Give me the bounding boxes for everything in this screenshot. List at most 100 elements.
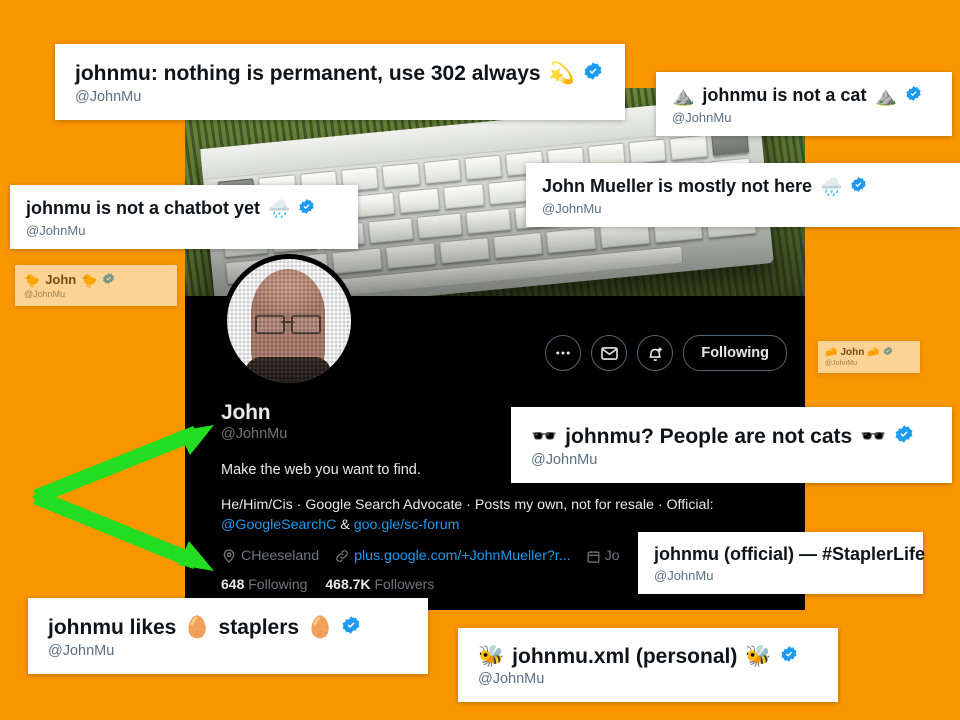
verified-badge-icon [905,85,922,107]
verified-badge-icon [780,645,798,668]
egg-emoji-trailing: 🥚 [307,616,334,640]
card-handle: @JohnMu [24,289,66,300]
avatar-image [227,259,351,383]
followers-label: Followers [374,576,435,592]
rain-cloud-emoji: 🌧️ [268,198,291,219]
card-handle: @JohnMu [478,671,545,688]
name-card-people-not-cats[interactable]: 🕶️ johnmu? People are not cats 🕶️ @JohnM… [511,407,952,484]
verified-badge-icon [298,198,315,220]
card-title: 🕶️ johnmu? People are not cats 🕶️ [531,424,932,449]
more-options-button[interactable] [545,335,582,371]
name-card-not-a-cat[interactable]: ⛰️ johnmu is not a cat ⛰️ @JohnMu [656,72,952,137]
profile-action-buttons: Following [545,335,787,371]
calendar-icon [587,550,600,563]
website-link[interactable]: plus.google.com/+JohnMueller?r... [354,548,570,564]
name-card-302-always[interactable]: johnmu: nothing is permanent, use 302 al… [55,44,625,121]
joined-text: Jo [604,548,620,564]
card-title-text: John [45,272,77,287]
verified-badge-icon [102,272,115,288]
followers-count: 468.7K [325,576,371,592]
verified-badge-icon [583,61,603,86]
following-button[interactable]: Following [683,335,787,371]
following-count-item[interactable]: 648 Following [221,576,307,592]
card-title-text: johnmu.xml (personal) [512,645,738,668]
green-pointer-arrow [32,425,214,571]
profile-bio: He/Him/Cis · Google Search Advocate · Po… [221,495,795,535]
following-count: 648 [221,576,245,592]
card-title-text-part-1: johnmu likes [48,616,177,639]
bio-mention-link[interactable]: @GoogleSearchC [221,517,336,533]
message-button[interactable] [591,335,628,371]
screenshot-canvas: Following John @JohnMu Make the web you … [0,0,960,720]
card-handle: @JohnMu [531,452,598,469]
location-meta: CHeeseland [221,548,319,564]
card-handle: @JohnMu [75,89,142,106]
card-handle: @JohnMu [26,222,86,238]
card-title-text: johnmu is not a chatbot yet [26,198,261,218]
name-card-john-chick[interactable]: 🐤 John 🐤 @JohnMu [15,265,177,307]
avatar-glasses [255,315,321,334]
notifications-button[interactable] [637,335,674,371]
bio-text: He/Him/Cis · Google Search Advocate · Po… [221,497,714,513]
mountain-emoji-trailing: ⛰️ [874,85,897,106]
link-icon [336,550,348,562]
mountain-emoji-leading: ⛰️ [672,85,695,106]
followers-count-item[interactable]: 468.7K Followers [325,576,434,592]
sunglasses-emoji-trailing: 🕶️ [860,425,887,449]
egg-emoji-middle: 🥚 [184,616,211,640]
joined-meta: Jo [586,548,620,564]
card-title: johnmu is not a chatbot yet 🌧️ [26,198,342,220]
bio-conjunction: & [340,517,350,533]
card-title: johnmu: nothing is permanent, use 302 al… [75,61,605,86]
sunglasses-emoji-leading: 🕶️ [531,425,558,449]
avatar[interactable] [222,254,356,388]
arrowhead-upper [178,425,214,455]
bio-url-link[interactable]: goo.gle/sc-forum [354,517,460,533]
verified-badge-icon [883,346,893,359]
card-title: johnmu (official) — #StaplerLife [654,544,925,565]
card-title-text: John Mueller is mostly not here [542,176,813,196]
rain-cloud-emoji: 🌧️ [820,176,843,197]
card-title: 🐤 John 🐤 [24,272,168,288]
baby-chick-emoji-leading: 🐤 [24,272,41,288]
card-title: johnmu likes 🥚 staplers 🥚 [48,615,408,640]
location-text: CHeeseland [241,548,320,564]
location-pin-icon [223,549,235,563]
verified-badge-icon [850,176,867,198]
card-title-text: johnmu? People are not cats [565,425,853,448]
name-card-john-cheese[interactable]: 🧀 John 🧀 @JohnMu [818,341,920,373]
ellipsis-icon [556,351,571,355]
card-title-text: johnmu: nothing is permanent, use 302 al… [75,62,541,85]
card-handle: @JohnMu [672,109,732,125]
card-title: John Mueller is mostly not here 🌧️ [542,176,944,198]
bee-emoji-trailing: 🐝 [745,645,772,669]
name-card-stapler-life[interactable]: johnmu (official) — #StaplerLife @JohnMu [638,532,925,595]
card-handle: @JohnMu [825,360,858,367]
dizzy-emoji: 💫 [548,62,575,86]
card-title-text-part-2: staplers [218,616,300,639]
card-title: 🧀 John 🧀 [825,346,913,359]
card-handle: @JohnMu [48,643,115,660]
card-handle: @JohnMu [654,567,714,583]
website-meta[interactable]: plus.google.com/+JohnMueller?r... [334,548,571,564]
card-title-text: johnmu is not a cat [702,85,867,105]
cheese-emoji-leading: 🧀 [825,346,838,358]
verified-badge-icon [341,615,361,640]
card-title-text: johnmu (official) — #StaplerLife [654,544,926,564]
card-handle: @JohnMu [542,200,602,216]
card-title-text: John [840,347,865,358]
card-title: 🐝 johnmu.xml (personal) 🐝 [478,645,818,668]
bell-plus-icon [649,347,662,361]
bee-emoji-leading: 🐝 [478,645,505,669]
following-label: Following [248,576,308,592]
name-card-likes-staplers[interactable]: johnmu likes 🥚 staplers 🥚 @JohnMu [28,598,428,675]
name-card-johnmu-xml[interactable]: 🐝 johnmu.xml (personal) 🐝 @JohnMu [458,628,838,703]
name-card-not-a-chatbot[interactable]: johnmu is not a chatbot yet 🌧️ @JohnMu [10,185,358,250]
verified-badge-icon [894,424,914,449]
name-card-mostly-not-here[interactable]: John Mueller is mostly not here 🌧️ @John… [526,163,960,228]
arrowhead-lower [178,541,214,571]
cheese-emoji-trailing: 🧀 [867,346,880,358]
baby-chick-emoji-trailing: 🐤 [81,272,98,288]
envelope-icon [601,346,618,360]
card-title: ⛰️ johnmu is not a cat ⛰️ [672,85,936,107]
